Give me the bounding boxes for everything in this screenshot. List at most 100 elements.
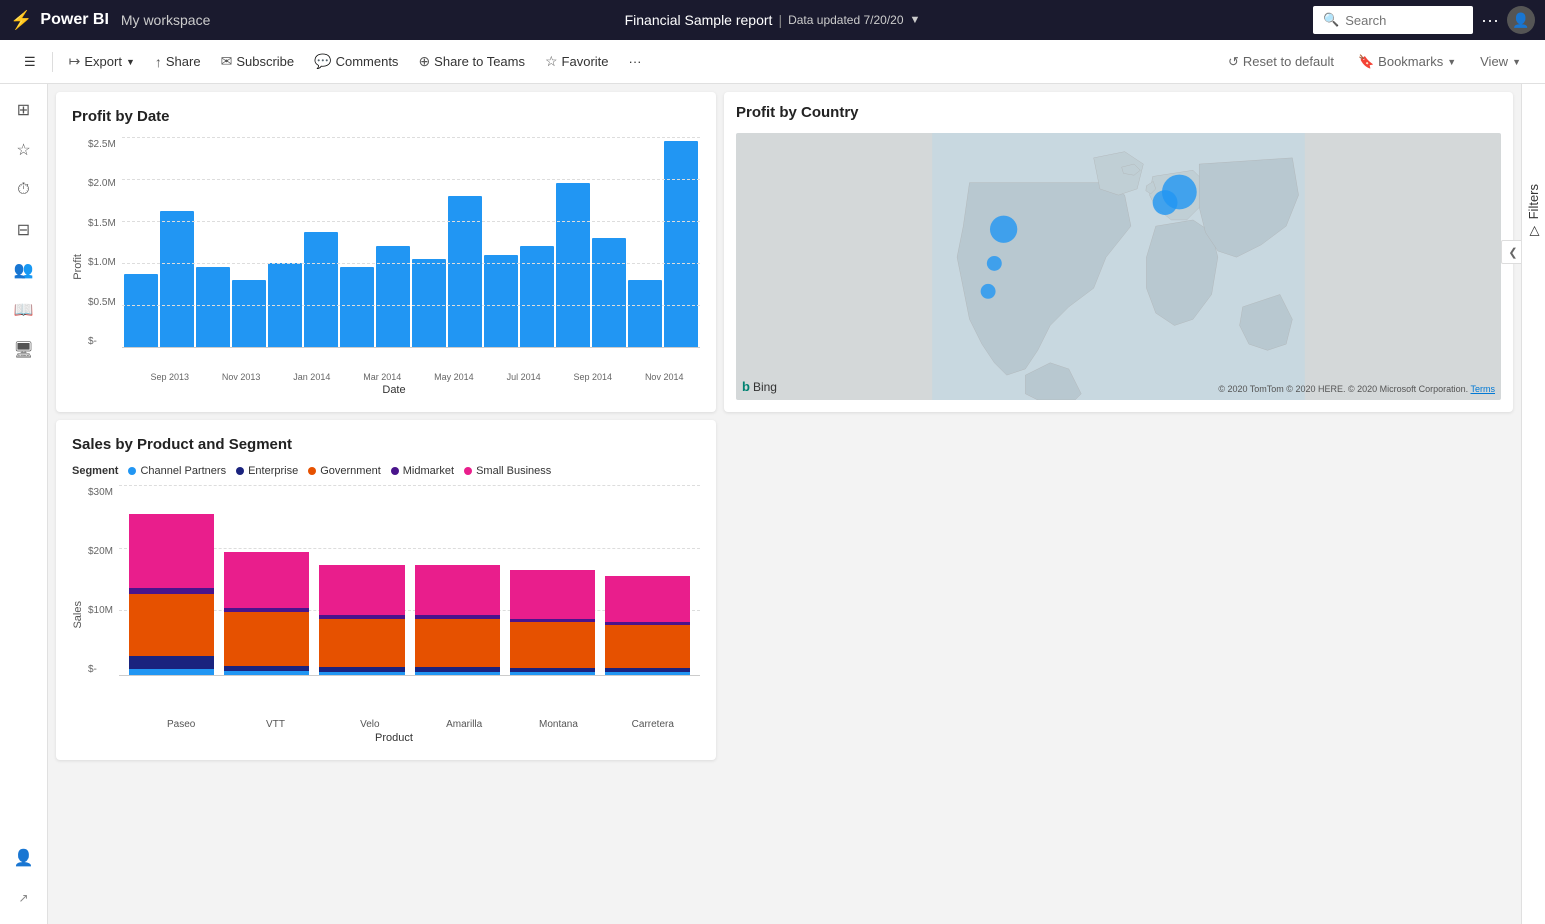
subscribe-label: Subscribe [236, 54, 294, 69]
sales-y-0: $- [88, 664, 113, 675]
profit-bar[interactable] [124, 274, 158, 348]
bubble-canada[interactable] [990, 216, 1017, 243]
map-container[interactable]: b Bing © 2020 TomTom © 2020 HERE. © 2020… [736, 133, 1501, 400]
profit-bar[interactable] [232, 280, 266, 347]
profit-bar[interactable] [592, 238, 626, 347]
favorite-button[interactable]: ☆ Favorite [537, 49, 617, 74]
stacked-segment [129, 514, 214, 588]
favorite-label: Favorite [562, 54, 609, 69]
profit-bar[interactable] [484, 255, 518, 347]
filters-text: Filters [1526, 184, 1541, 219]
avatar[interactable]: 👤 [1507, 6, 1535, 34]
stacked-segment [129, 669, 214, 675]
bing-logo: b Bing [742, 379, 777, 394]
app-name: Power BI [40, 11, 108, 29]
legend: Segment Channel Partners Enterprise Gove… [72, 465, 700, 477]
stacked-segment [510, 672, 595, 675]
profit-bar[interactable] [412, 259, 446, 347]
map-terms-link[interactable]: Terms [1471, 384, 1496, 394]
profit-bar[interactable] [628, 280, 662, 347]
sidebar-item-workspaces[interactable]: 🖥 [6, 332, 42, 368]
top-bar-right: 🔍 ··· 👤 [1313, 6, 1535, 34]
bubble-mexico[interactable] [981, 284, 996, 299]
share-teams-label: Share to Teams [434, 54, 525, 69]
stacked-bar-group[interactable] [129, 514, 214, 676]
export-button[interactable]: ↦ Export ▼ [61, 49, 143, 74]
share-label: Share [166, 54, 201, 69]
legend-channel: Channel Partners [128, 465, 226, 477]
profit-bar[interactable] [664, 141, 698, 347]
sidebar-item-expand[interactable]: ↗ [6, 880, 42, 916]
bookmark-icon: 🔖 [1358, 54, 1374, 70]
collapse-button[interactable]: ❮ [1501, 240, 1521, 264]
sidebar-item-learn[interactable]: 📖 [6, 292, 42, 328]
stacked-segment [129, 656, 214, 669]
profit-bar[interactable] [340, 267, 374, 347]
sidebar-item-shared[interactable]: 👥 [6, 252, 42, 288]
share-button[interactable]: ↑ Share [147, 50, 209, 74]
chevron-down-icon[interactable]: ▼ [910, 14, 921, 26]
stacked-segment [510, 622, 595, 668]
sidebar-item-home[interactable]: ⊞ [6, 92, 42, 128]
profit-bar[interactable] [268, 263, 302, 347]
legend-government: Government [308, 465, 381, 477]
workspace-label[interactable]: My workspace [121, 12, 210, 28]
sales-product-title: Sales by Product and Segment [72, 436, 700, 453]
profit-bar[interactable] [376, 246, 410, 347]
menu-button[interactable]: ☰ [16, 50, 44, 74]
toolbar-more-button[interactable]: ··· [621, 50, 650, 73]
powerbi-icon: ⚡ [10, 10, 32, 31]
search-input[interactable] [1345, 13, 1463, 28]
subscribe-button[interactable]: ✉ Subscribe [213, 49, 303, 74]
stacked-segment [319, 565, 404, 616]
profit-y-label: Profit [72, 254, 84, 280]
x-label-nov14: Nov 2014 [645, 372, 684, 382]
right-sidebar: ▽ Filters [1521, 84, 1545, 924]
sidebar-item-recent[interactable]: ⏱ [6, 172, 42, 208]
legend-govt-label: Government [320, 465, 381, 477]
profit-bar[interactable] [196, 267, 230, 347]
profit-bar[interactable] [448, 196, 482, 347]
search-box[interactable]: 🔍 [1313, 6, 1473, 34]
reset-icon: ↺ [1228, 54, 1239, 70]
stacked-segment [319, 619, 404, 667]
y-label-0-5m: $0.5M [88, 297, 116, 308]
profit-bar[interactable] [556, 183, 590, 347]
bookmarks-button[interactable]: 🔖 Bookmarks ▼ [1350, 50, 1464, 74]
more-options-button[interactable]: ··· [1481, 10, 1499, 31]
filters-panel-toggle[interactable]: ▽ Filters [1526, 184, 1541, 238]
profit-bar[interactable] [304, 232, 338, 348]
stacked-bar-group[interactable] [224, 552, 309, 676]
view-button[interactable]: View ▼ [1472, 50, 1529, 73]
stacked-segment [605, 672, 690, 675]
profit-bar[interactable] [520, 246, 554, 347]
export-chevron: ▼ [126, 57, 135, 67]
stacked-x-label: Montana [511, 719, 605, 730]
top-bar: ⚡ Power BI My workspace Financial Sample… [0, 0, 1545, 40]
y-label-2-5m: $2.5M [88, 139, 116, 150]
stacked-segment [605, 625, 690, 668]
stacked-bar-group[interactable] [319, 565, 404, 675]
x-label-sep14: Sep 2014 [574, 372, 613, 382]
comments-button[interactable]: 💬 Comments [306, 49, 406, 74]
reset-button[interactable]: ↺ Reset to default [1220, 50, 1342, 74]
stacked-x-label: Velo [323, 719, 417, 730]
profit-date-title: Profit by Date [72, 108, 700, 125]
stacked-bar-group[interactable] [510, 571, 595, 676]
stacked-segment [129, 594, 214, 655]
stacked-bar-group[interactable] [415, 565, 500, 675]
sales-y-30m: $30M [88, 487, 113, 498]
bubble-usa[interactable] [987, 256, 1002, 271]
x-label-nov13: Nov 2013 [222, 372, 261, 382]
sidebar-item-account[interactable]: 👤 [6, 840, 42, 876]
stacked-bar-group[interactable] [605, 576, 690, 675]
profit-bar[interactable] [160, 211, 194, 348]
y-label-0: $- [88, 336, 116, 347]
sidebar-item-favorites[interactable]: ☆ [6, 132, 42, 168]
sidebar-item-apps[interactable]: ⊟ [6, 212, 42, 248]
bubble-europe2[interactable] [1153, 190, 1178, 215]
stacked-segment [415, 672, 500, 675]
profit-x-label: Date [88, 384, 700, 396]
share-teams-button[interactable]: ⊕ Share to Teams [410, 49, 533, 74]
star-icon: ☆ [545, 53, 558, 70]
